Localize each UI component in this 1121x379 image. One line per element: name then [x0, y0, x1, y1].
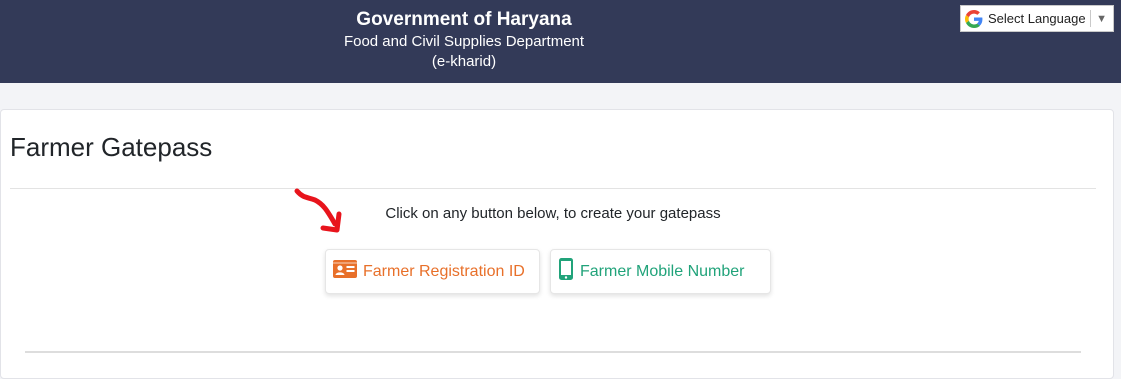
- google-g-icon: [965, 9, 983, 28]
- mobile-phone-icon: [558, 258, 574, 285]
- farmer-mobile-number-label: Farmer Mobile Number: [580, 262, 745, 280]
- farmer-mobile-number-button[interactable]: Farmer Mobile Number: [550, 249, 771, 294]
- instruction-text: Click on any button below, to create you…: [385, 205, 721, 222]
- government-title: Government of Haryana: [356, 9, 572, 30]
- gatepass-card: Farmer Gatepass Click on any button belo…: [0, 109, 1114, 379]
- farmer-registration-id-label: Farmer Registration ID: [363, 262, 525, 280]
- portal-name: (e-kharid): [431, 53, 497, 70]
- title-divider: [10, 188, 1096, 189]
- chevron-down-icon: ▼: [1096, 12, 1107, 25]
- bottom-divider: [25, 351, 1081, 353]
- language-select[interactable]: Select Language ▼: [960, 5, 1114, 32]
- page-title: Farmer Gatepass: [10, 132, 213, 162]
- site-header: Government of Haryana Food and Civil Sup…: [0, 0, 1121, 83]
- language-select-divider: [1090, 10, 1092, 27]
- id-card-icon: [333, 260, 357, 283]
- farmer-registration-id-button[interactable]: Farmer Registration ID: [325, 249, 540, 294]
- department-title: Food and Civil Supplies Department: [343, 33, 585, 50]
- language-select-label: Select Language: [988, 11, 1086, 26]
- header-titles: Government of Haryana Food and Civil Sup…: [329, 8, 599, 72]
